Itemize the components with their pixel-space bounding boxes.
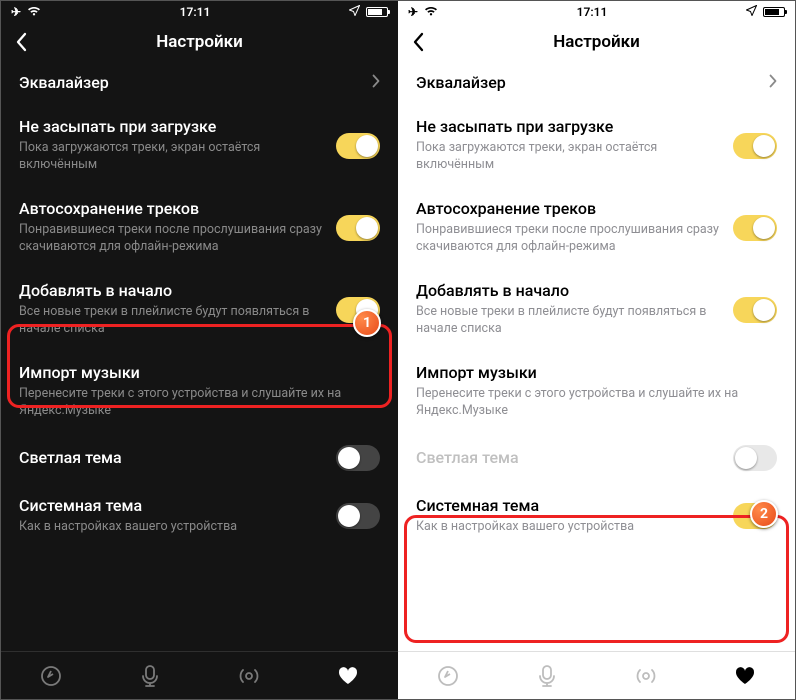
- page-title: Настройки: [156, 32, 243, 52]
- row-import[interactable]: Импорт музыки Перенесите треки с этого у…: [398, 351, 795, 433]
- toggle-lighttheme[interactable]: [336, 445, 380, 471]
- row-equalizer[interactable]: Эквалайзер: [398, 61, 795, 105]
- row-keepawake: Не засыпать при загрузке Пока загружаютс…: [1, 105, 398, 187]
- row-equalizer[interactable]: Эквалайзер: [1, 61, 398, 105]
- row-subtitle: Пока загружаются треки, экран остаётся в…: [19, 140, 322, 174]
- row-title: Не засыпать при загрузке: [19, 117, 322, 136]
- row-autosave: Автосохранение треков Понравившиеся трек…: [398, 187, 795, 269]
- row-addtop: Добавлять в начало Все новые треки в пле…: [1, 269, 398, 351]
- toggle-autosave[interactable]: [336, 215, 380, 241]
- settings-list: Эквалайзер Не засыпать при загрузке Пока…: [1, 61, 398, 651]
- row-title: Добавлять в начало: [416, 281, 719, 300]
- row-title: Автосохранение треков: [416, 199, 719, 218]
- row-subtitle: Понравившиеся треки после прослушивания …: [19, 222, 322, 256]
- battery-icon: [763, 7, 785, 17]
- toggle-autosave[interactable]: [733, 215, 777, 241]
- tab-home[interactable]: [39, 664, 63, 688]
- screen-light: ✈︎ 17:11 Настройки Эквалайзер: [398, 1, 795, 699]
- tab-home[interactable]: [436, 664, 460, 688]
- row-subtitle: Все новые треки в плейлисте будут появля…: [416, 304, 719, 338]
- clock: 17:11: [180, 5, 211, 19]
- tab-favorites[interactable]: [733, 664, 757, 688]
- row-subtitle: Перенесите треки с этого устройства и сл…: [416, 386, 763, 420]
- annotation-badge-1: 1: [353, 309, 381, 337]
- tab-favorites[interactable]: [336, 664, 360, 688]
- battery-icon: [366, 7, 388, 17]
- wifi-icon: [27, 5, 41, 19]
- toggle-keepawake[interactable]: [733, 133, 777, 159]
- row-title: Автосохранение треков: [19, 199, 322, 218]
- screen-dark: ✈︎ 17:11 Настройки Эквалайзер: [1, 1, 398, 699]
- header: Настройки: [398, 23, 795, 61]
- toggle-keepawake[interactable]: [336, 133, 380, 159]
- chevron-right-icon: [769, 73, 777, 92]
- airplane-mode-icon: ✈︎: [11, 5, 21, 19]
- location-icon: [349, 5, 360, 19]
- header: Настройки: [1, 23, 398, 61]
- tab-bar: [398, 651, 795, 699]
- tab-radio[interactable]: [634, 664, 658, 688]
- chevron-right-icon: [372, 73, 380, 92]
- toggle-lighttheme[interactable]: [733, 445, 777, 471]
- wifi-icon: [424, 5, 438, 19]
- status-bar: ✈︎ 17:11: [1, 1, 398, 23]
- row-subtitle: Пока загружаются треки, экран остаётся в…: [416, 140, 719, 174]
- row-title: Системная тема: [19, 496, 322, 515]
- row-title: Импорт музыки: [416, 363, 763, 382]
- row-title: Светлая тема: [416, 448, 719, 467]
- row-autosave: Автосохранение треков Понравившиеся трек…: [1, 187, 398, 269]
- row-subtitle: Все новые треки в плейлисте будут появля…: [19, 304, 322, 338]
- location-icon: [746, 5, 757, 19]
- row-title: Добавлять в начало: [19, 281, 322, 300]
- status-bar: ✈︎ 17:11: [398, 1, 795, 23]
- row-title: Не засыпать при загрузке: [416, 117, 719, 136]
- airplane-mode-icon: ✈︎: [408, 5, 418, 19]
- clock: 17:11: [577, 5, 608, 19]
- toggle-addtop[interactable]: [733, 297, 777, 323]
- row-lighttheme: Светлая тема: [1, 433, 398, 484]
- annotation-badge-2: 2: [750, 500, 778, 528]
- row-addtop: Добавлять в начало Все новые треки в пле…: [398, 269, 795, 351]
- row-lighttheme: Светлая тема: [398, 433, 795, 484]
- tab-podcasts[interactable]: [535, 664, 559, 688]
- row-title: Импорт музыки: [19, 363, 366, 382]
- tab-podcasts[interactable]: [138, 664, 162, 688]
- row-subtitle: Понравившиеся треки после прослушивания …: [416, 222, 719, 256]
- page-title: Настройки: [553, 32, 640, 52]
- row-title: Эквалайзер: [416, 73, 755, 92]
- row-title: Системная тема: [416, 496, 719, 515]
- row-subtitle: Перенесите треки с этого устройства и сл…: [19, 386, 366, 420]
- back-button[interactable]: [9, 23, 33, 61]
- row-systemtheme: Системная тема Как в настройках вашего у…: [1, 484, 398, 549]
- settings-list: Эквалайзер Не засыпать при загрузке Пока…: [398, 61, 795, 651]
- toggle-systemtheme[interactable]: [336, 503, 380, 529]
- row-subtitle: Как в настройках вашего устройства: [416, 519, 719, 536]
- back-button[interactable]: [406, 23, 430, 61]
- row-subtitle: Как в настройках вашего устройства: [19, 519, 322, 536]
- row-import[interactable]: Импорт музыки Перенесите треки с этого у…: [1, 351, 398, 433]
- tab-bar: [1, 651, 398, 699]
- row-keepawake: Не засыпать при загрузке Пока загружаютс…: [398, 105, 795, 187]
- row-title: Эквалайзер: [19, 73, 358, 92]
- row-systemtheme: Системная тема Как в настройках вашего у…: [398, 484, 795, 549]
- row-title: Светлая тема: [19, 448, 322, 467]
- tab-radio[interactable]: [237, 664, 261, 688]
